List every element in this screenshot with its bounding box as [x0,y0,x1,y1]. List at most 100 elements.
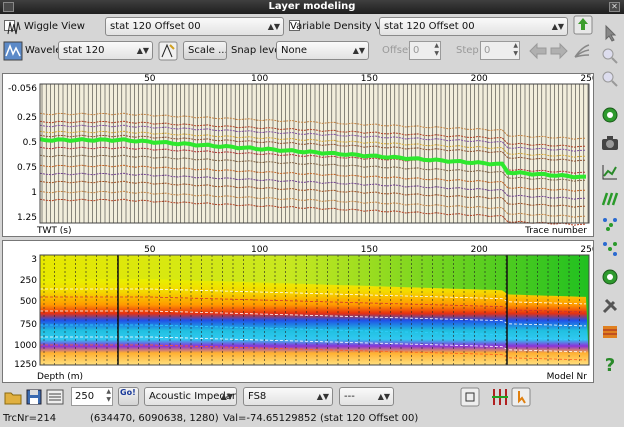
wavelet-bars-icon[interactable] [600,322,620,342]
y-tick-label: 0.75 [17,163,37,173]
help-icon[interactable]: ? [600,354,620,374]
go-button-label: Go! [120,388,136,397]
crossplot-icon[interactable] [600,239,620,259]
wiggle-icon [7,21,21,35]
trace-number-status: TrcNr=214 [3,413,57,424]
offset-value: 0 [413,45,420,56]
wiggle-panel: 50 100 150 200 250 -0.056 0.25 0.5 0.75 1 1.25 TW… [2,73,598,237]
wiggle-plot[interactable]: 50 100 150 200 250 -0.056 0.25 0.5 0.75 1 1.25 TW… [3,74,598,236]
snapshot-camera-icon[interactable] [600,133,620,153]
swap-views-icon[interactable] [573,15,593,35]
pointer-icon[interactable] [600,23,620,43]
step-spinbox[interactable]: 0 ▲ ▼ [480,41,520,60]
zoom-in-icon[interactable] [600,46,620,66]
chevron-down-icon: ▲▼ [316,392,329,401]
y-tick-label: -0.056 [8,84,37,94]
wells-icon[interactable] [490,387,510,407]
x-tick-label: 200 [471,74,488,84]
value-status: Val=-74.65129852 (stat 120 Offset 00) [223,413,419,424]
svg-text:?: ? [605,355,615,374]
y-tick-label: 0.5 [23,138,37,148]
x-axis-title: Trace number [524,226,587,236]
title-bar: Layer modeling ✕ [0,0,624,14]
snap-level-value: None [281,45,308,56]
model-count-spinbox[interactable]: 250 ▲ ▼ [71,387,113,406]
view-toolbar: Wiggle View stat 120 Offset 00 ▲▼ Variabl… [0,15,596,37]
settings-gear-icon[interactable] [600,105,620,125]
y-axis-title: TWT (s) [36,226,71,236]
edit-wavelet-icon[interactable] [158,41,178,61]
vd-view-select[interactable]: stat 120 Offset 00 ▲▼ [379,17,568,36]
chevron-down-icon: ▲▼ [377,392,390,401]
offset-label: Offset [382,45,413,56]
chevron-down-icon: ▲▼ [136,46,149,55]
chevron-down-icon: ▲▼ [551,22,564,31]
chart-icon[interactable] [600,162,620,182]
close-window-icon[interactable]: ✕ [609,2,620,12]
y-tick-label: 1000 [14,341,37,351]
previous-icon[interactable] [528,41,548,61]
model-count-value: 250 [75,391,95,402]
offset-spinbox[interactable]: 0 ▲ ▼ [409,41,441,60]
spin-arrows-icon: ▲ ▼ [513,42,518,57]
wavelet-icon[interactable] [3,41,23,61]
model-plot[interactable]: 50 100 150 200 250 3 250 500 750 1000 1250 Depth … [3,241,598,382]
x-tick-label: 100 [251,74,268,84]
zoom-out-icon[interactable] [600,69,620,89]
wiggle-view-label: Wiggle View [24,21,85,32]
property-select[interactable]: Acoustic Impedance▲▼ [144,387,237,406]
snap-level-select[interactable]: None ▲▼ [276,41,369,60]
wiggle-view-value: stat 120 Offset 00 [110,21,201,32]
x-tick-label: 200 [471,245,488,255]
step-label: Step [456,45,479,56]
pick-cursor-icon[interactable] [511,387,531,407]
x-tick-label: 250 [580,74,593,84]
wavelet-select[interactable]: stat 120 ▲▼ [58,41,153,60]
colortable-select[interactable]: FS8 ▲▼ [243,387,333,406]
next-icon[interactable] [549,41,569,61]
y-tick-label: 500 [20,297,37,307]
chevron-down-icon: ▲▼ [352,46,365,55]
window-menu-icon[interactable] [3,2,14,12]
x-tick-label: 100 [251,245,268,255]
properties-gear-icon[interactable] [600,267,620,287]
spread-icon[interactable] [572,41,592,61]
layer-properties-icon[interactable] [45,387,65,407]
spin-arrows-icon: ▲ ▼ [106,388,111,403]
step-value: 0 [484,45,491,56]
scatter-icon[interactable] [600,214,620,234]
y-tick-label: 250 [20,276,37,286]
x-tick-label: 50 [144,74,156,84]
y-tick-label: 0.25 [17,113,37,123]
extra-value: --- [344,391,355,402]
x-tick-label: 150 [361,74,378,84]
spin-arrows-icon: ▲ ▼ [434,42,439,57]
y-tick-label: 1 [31,188,37,198]
x-axis-title: Model Nr [547,372,588,382]
layers-icon[interactable] [600,189,620,209]
chevron-down-icon: ▲▼ [267,22,280,31]
bottom-toolbar: 250 ▲▼ Go! Acoustic Impedance▲▼ FS8 ▲▼ ---… [0,386,596,408]
go-button[interactable]: Go! [118,387,139,406]
wiggle-view-select[interactable]: stat 120 Offset 00 ▲▼ [105,17,284,36]
display-frame-icon[interactable] [460,387,480,407]
status-bar: TrcNr=214 (634470, 6090638, 1280) Val=-7… [0,410,596,427]
tools-icon[interactable] [600,296,620,316]
y-tick-label: 1250 [14,360,37,370]
coordinates-status: (634470, 6090638, 1280) [90,413,219,424]
x-tick-label: 150 [361,245,378,255]
scale-button[interactable]: Scale ... [183,41,227,60]
open-folder-icon[interactable] [3,387,23,407]
colortable-value: FS8 [248,391,267,402]
save-icon[interactable] [24,387,44,407]
y-axis-title: Depth (m) [37,372,83,382]
extra-select[interactable]: --- ▲▼ [339,387,394,406]
x-tick-label: 50 [144,245,156,255]
window-title: Layer modeling [268,1,356,12]
wavelet-toolbar: Wavelet stat 120 ▲▼ Scale ... Snap level … [0,40,596,62]
chevron-down-icon: ▲▼ [220,392,233,401]
y-tick-label: 3 [31,255,37,265]
model-panel: 50 100 150 200 250 3 250 500 750 1000 1250 Depth … [2,240,598,383]
y-tick-label: 1.25 [17,213,37,223]
wavelet-value: stat 120 [63,45,105,56]
